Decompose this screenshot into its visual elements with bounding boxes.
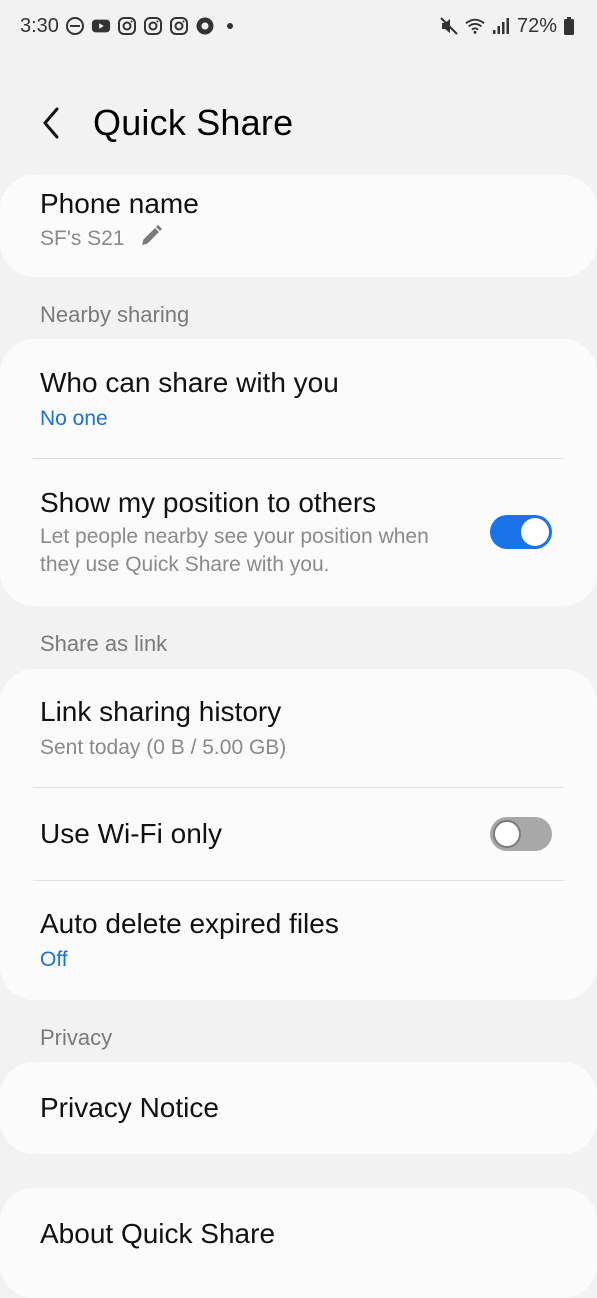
- divider: [33, 787, 564, 788]
- divider: [33, 880, 564, 881]
- privacy-notice-title: Privacy Notice: [40, 1092, 219, 1123]
- battery-icon: [563, 16, 575, 36]
- youtube-icon: [91, 16, 111, 36]
- wifi-only-row[interactable]: Use Wi-Fi only: [40, 818, 557, 850]
- mute-icon: [439, 16, 459, 36]
- instagram-icon: [117, 16, 137, 36]
- status-left: 3:30: [20, 15, 233, 38]
- toggle-knob: [493, 820, 521, 848]
- nearby-sharing-card: Who can share with you No one Show my po…: [0, 339, 597, 606]
- section-label-privacy: Privacy: [40, 1025, 113, 1050]
- link-history-row[interactable]: Link sharing history Sent today (0 B / 5…: [40, 696, 557, 760]
- show-position-desc-line2: they use Quick Share with you.: [40, 553, 330, 576]
- page-title: Quick Share: [93, 102, 294, 143]
- who-can-share-row[interactable]: Who can share with you No one: [40, 367, 557, 431]
- status-right: 72%: [439, 15, 575, 38]
- show-position-toggle[interactable]: [490, 515, 552, 549]
- phone-name-value: SF's S21: [40, 227, 125, 250]
- status-bar: 3:30 72%: [0, 0, 597, 52]
- dnd-icon: [65, 16, 85, 36]
- divider: [33, 458, 564, 459]
- chevron-left-icon: [43, 107, 59, 139]
- phone-name-title: Phone name: [40, 188, 199, 219]
- about-card[interactable]: About Quick Share: [0, 1188, 597, 1298]
- auto-delete-row[interactable]: Auto delete expired files Off: [40, 908, 557, 972]
- privacy-notice-card[interactable]: Privacy Notice: [0, 1062, 597, 1154]
- show-position-title: Show my position to others: [40, 487, 377, 518]
- who-can-share-value: No one: [40, 407, 108, 430]
- status-time: 3:30: [20, 14, 59, 37]
- header: Quick Share: [0, 88, 597, 158]
- link-history-value: Sent today (0 B / 5.00 GB): [40, 736, 287, 759]
- about-title: About Quick Share: [40, 1218, 276, 1249]
- section-label-link: Share as link: [40, 631, 168, 656]
- wifi-only-title: Use Wi-Fi only: [40, 818, 223, 849]
- signal-icon: [491, 16, 511, 36]
- chrome-icon: [195, 16, 215, 36]
- wifi-icon: [465, 16, 485, 36]
- notification-dot: [226, 23, 233, 29]
- who-can-share-title: Who can share with you: [40, 367, 339, 398]
- share-link-card: Link sharing history Sent today (0 B / 5…: [0, 669, 597, 1000]
- instagram-icon: [143, 16, 163, 36]
- link-history-title: Link sharing history: [40, 696, 282, 727]
- auto-delete-value: Off: [40, 948, 68, 971]
- battery-percent: 72%: [516, 14, 557, 37]
- show-position-row[interactable]: Show my position to others Let people ne…: [40, 487, 477, 579]
- back-button[interactable]: [26, 97, 78, 149]
- pencil-icon[interactable]: [139, 224, 163, 254]
- auto-delete-title: Auto delete expired files: [40, 908, 339, 939]
- wifi-only-toggle[interactable]: [490, 817, 552, 851]
- phone-name-card[interactable]: Phone name SF's S21: [0, 175, 597, 277]
- instagram-icon: [169, 16, 189, 36]
- show-position-desc-line1: Let people nearby see your position when: [40, 525, 429, 548]
- toggle-knob: [521, 518, 549, 546]
- section-label-nearby: Nearby sharing: [40, 302, 190, 327]
